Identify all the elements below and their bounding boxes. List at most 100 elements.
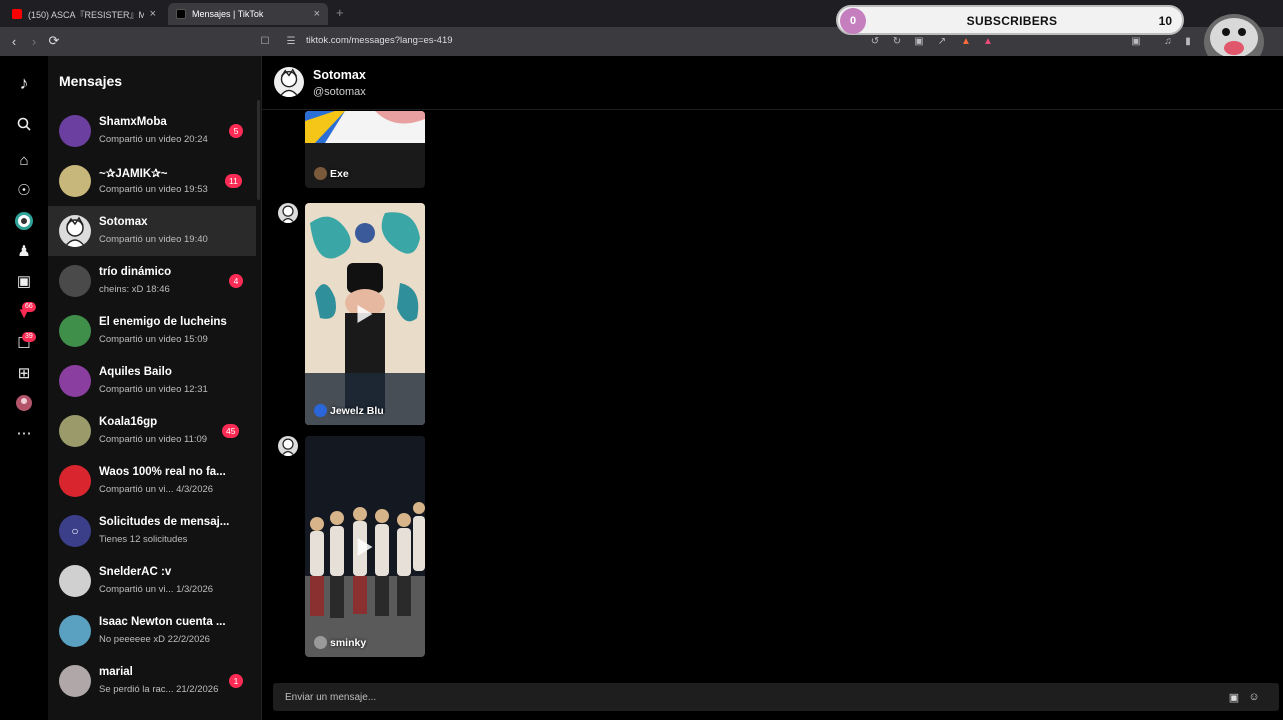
conversation-item[interactable]: ShamxMoba Compartió un video 20:24 5 [48, 106, 256, 156]
site-info-icon[interactable]: ☰ [285, 35, 297, 47]
conversation-item[interactable]: Koala16gp Compartió un video 11:09 45 [48, 406, 256, 456]
more-icon[interactable]: ⋯ [14, 423, 34, 443]
conversation-name: El enemigo de lucheins [99, 316, 227, 328]
close-tab-icon[interactable]: × [150, 8, 156, 20]
conversation-item[interactable]: Isaac Newton cuenta ... No peeeeee xD 22… [48, 606, 256, 656]
chat-contact-username: @sotomax [313, 86, 366, 98]
translate-icon[interactable]: ↻ [891, 35, 903, 47]
avatar [59, 365, 91, 397]
upload-icon[interactable]: ⊞ [14, 363, 34, 383]
conversation-name: Sotomax [99, 216, 148, 228]
sender-avatar [278, 203, 298, 223]
creator-avatar [314, 636, 327, 649]
subscriber-goal: 10 [1158, 14, 1172, 28]
gif-icon[interactable]: ▣ [1227, 690, 1241, 704]
rewards-icon[interactable]: ▲ [982, 35, 994, 47]
search-icon[interactable] [14, 114, 34, 134]
conversation-name: ShamxMoba [99, 116, 167, 128]
shared-video-card[interactable]: sminky [305, 436, 425, 657]
browser-tab-youtube[interactable]: (150) ASCA『RESISTER』Music Video × [4, 3, 164, 25]
explore-icon[interactable]: ☉ [14, 180, 34, 200]
wallet-icon[interactable]: ▣ [1130, 35, 1142, 47]
extension-icon[interactable]: ↺ [869, 35, 881, 47]
conversation-item[interactable]: SnelderAC :v Compartió un vi... 1/3/2026 [48, 556, 256, 606]
conversation-scrollbar[interactable] [257, 100, 260, 200]
shared-video-card[interactable]: Jewelz Blu [305, 203, 425, 425]
conversation-preview: Compartió un video 12:31 [99, 384, 208, 395]
browser-tab-tiktok[interactable]: Mensajes | TikTok × [168, 3, 328, 25]
sidebar-icon[interactable]: ▮ [1182, 35, 1194, 47]
conversation-name: SnelderAC :v [99, 566, 172, 578]
unread-badge: 11 [225, 174, 242, 188]
creator-avatar [314, 404, 327, 417]
video-creator: sminky [314, 636, 366, 649]
conversation-name: Koala16gp [99, 416, 158, 428]
home-icon[interactable]: ⌂ [14, 150, 34, 170]
play-icon[interactable] [357, 537, 373, 556]
conversation-item[interactable]: Aquiles Bailo Compartió un video 12:31 [48, 356, 256, 406]
message-requests-item[interactable]: ○ Solicitudes de mensaj... Tienes 12 sol… [48, 506, 256, 556]
following-avatar-icon[interactable] [14, 211, 34, 231]
conversation-preview: Compartió un video 11:09 [99, 434, 208, 445]
friends-icon[interactable]: ♟ [14, 241, 34, 261]
conversation-name: Aquiles Bailo [99, 366, 172, 378]
conversation-item[interactable]: marial Se perdió la rac... 21/2/2026 1 [48, 656, 256, 706]
creator-avatar [314, 167, 327, 180]
avatar [59, 665, 91, 697]
conversation-item[interactable]: Waos 100% real no fa... Compartió un vi.… [48, 456, 256, 506]
conversation-name: Waos 100% real no fa... [99, 466, 226, 478]
message-input[interactable] [273, 683, 1213, 711]
music-icon[interactable]: ♫ [1162, 35, 1174, 47]
screen-icon[interactable]: ▣ [913, 35, 925, 47]
avatar [59, 465, 91, 497]
panel-title: Mensajes [59, 73, 123, 89]
avatar [59, 565, 91, 597]
conversation-name: marial [99, 666, 133, 678]
inbox-badge: 39 [22, 332, 36, 342]
forward-icon[interactable]: › [26, 33, 42, 49]
tab-title: (150) ASCA『RESISTER』Music Video [28, 9, 144, 20]
conversation-item-active[interactable]: Sotomax Compartió un video 19:40 [48, 206, 256, 256]
bookmark-icon[interactable]: ☐ [259, 35, 271, 47]
avatar [59, 315, 91, 347]
conversation-name: trío dinámico [99, 266, 172, 278]
conversation-preview: No peeeeee xD 22/2/2026 [99, 634, 210, 645]
unread-badge: 4 [229, 274, 243, 288]
activity-badge: 66 [22, 302, 36, 312]
back-icon[interactable]: ‹ [6, 33, 22, 49]
conversation-item[interactable]: ~✰JAMIK✰~ Compartió un video 19:53 11 [48, 156, 256, 206]
unread-badge: 1 [229, 674, 243, 688]
chat-contact-name[interactable]: Sotomax [313, 68, 366, 82]
video-thumbnail [305, 111, 425, 143]
new-tab-button[interactable]: + [336, 5, 344, 20]
tiktok-logo-icon[interactable]: ♪ [14, 73, 34, 93]
share-icon[interactable]: ↗ [936, 35, 948, 47]
avatar [59, 415, 91, 447]
chat-avatar[interactable] [274, 67, 304, 97]
chat-header: Sotomax @sotomax [262, 56, 1283, 110]
live-icon[interactable]: ▣ [14, 271, 34, 291]
conversation-item[interactable]: El enemigo de lucheins Compartió un vide… [48, 306, 256, 356]
icon-rail: ♪ ⌂ ☉ ♟ ▣ ▼ 66 ☐ 39 ⊞ ⋯ [0, 56, 48, 720]
video-creator: Jewelz Blu [314, 404, 384, 417]
brave-shield-icon[interactable]: ▲ [960, 35, 972, 47]
message-requests-icon: ○ [59, 515, 91, 547]
conversation-preview: Compartió un vi... 1/3/2026 [99, 584, 214, 595]
address-bar[interactable]: tiktok.com/messages?lang=es-419 [306, 35, 453, 46]
play-icon[interactable] [357, 305, 373, 323]
chat-area: Sotomax @sotomax Exe Jewelz Blu sminky E… [262, 56, 1283, 720]
reload-icon[interactable]: ⟳ [46, 33, 62, 49]
youtube-favicon-icon [12, 9, 22, 19]
close-tab-icon[interactable]: × [314, 8, 320, 20]
tiktok-favicon-icon [176, 9, 186, 19]
profile-avatar-icon[interactable] [14, 393, 34, 413]
conversation-item[interactable]: trío dinámico cheins: xD 18:46 4 [48, 256, 256, 306]
avatar [59, 165, 91, 197]
conversation-preview: Compartió un video 20:24 [99, 134, 208, 145]
shared-video-card[interactable]: Exe [305, 111, 425, 188]
subscriber-label: SUBSCRIBERS [966, 14, 1058, 28]
tab-title: Mensajes | TikTok [192, 9, 264, 19]
conversation-preview: Tienes 12 solicitudes [99, 534, 188, 545]
avatar [59, 615, 91, 647]
emoji-icon[interactable]: ☺ [1247, 690, 1261, 704]
